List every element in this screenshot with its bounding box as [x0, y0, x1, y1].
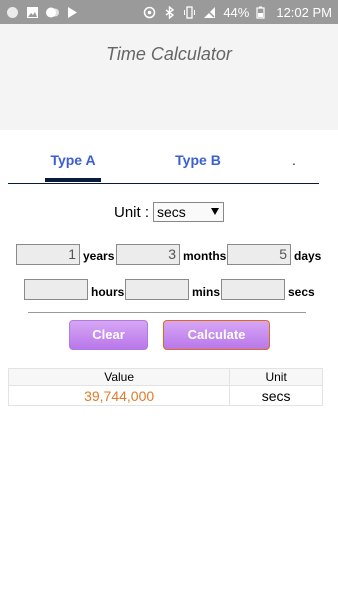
battery-icon [256, 6, 269, 19]
days-input[interactable]: 5 [227, 244, 291, 265]
tab-type-a[interactable]: Type A [45, 152, 101, 168]
app-title: Time Calculator [106, 44, 232, 64]
status-bar: 44% 12:02 PM [0, 0, 338, 24]
mins-label: mins [192, 285, 221, 299]
clear-button[interactable]: Clear [69, 320, 148, 350]
tab-divider [8, 183, 319, 184]
result-header-value: Value [7, 368, 231, 386]
battery-percentage: 44% [223, 4, 250, 20]
unit-select[interactable]: secs [153, 202, 224, 222]
result-unit: secs [229, 385, 323, 406]
mins-input[interactable] [125, 279, 189, 300]
years-input[interactable]: 1 [16, 244, 80, 265]
unit-row: Unit : secs [0, 202, 338, 224]
status-left-icons [6, 6, 79, 19]
secs-label: secs [288, 285, 315, 299]
app-header: Time Calculator [0, 24, 338, 130]
tab-indicator [45, 178, 101, 182]
record-icon [6, 6, 19, 19]
signal-icon [203, 6, 216, 19]
result-row: 39,744,000 secs [7, 385, 323, 406]
bluetooth-icon [163, 4, 176, 20]
result-value: 39,744,000 [7, 385, 231, 406]
days-label: days [294, 249, 322, 263]
tab-type-b[interactable]: Type B [168, 152, 228, 168]
toggle-icon [46, 6, 59, 19]
hotspot-icon [143, 6, 156, 19]
months-label: months [183, 249, 227, 263]
app-icon [66, 6, 79, 19]
tab-bar: Type A Type B . [8, 140, 319, 184]
secs-input[interactable] [221, 279, 285, 300]
hours-label: hours [91, 285, 125, 299]
hours-input[interactable] [24, 279, 88, 300]
tab-more[interactable]: . [284, 152, 304, 168]
image-icon [26, 6, 39, 19]
years-label: years [83, 249, 115, 263]
months-input[interactable]: 3 [116, 244, 180, 265]
unit-label: Unit : [114, 204, 150, 221]
chevron-down-icon [211, 208, 219, 215]
calculate-button[interactable]: Calculate [163, 320, 270, 350]
result-header-row: Value Unit [7, 368, 323, 386]
status-right-icons: 44% 12:02 PM [143, 5, 332, 20]
result-header-unit: Unit [229, 368, 323, 386]
result-table: Value Unit 39,744,000 secs [7, 368, 323, 406]
status-time: 12:02 PM [276, 4, 332, 20]
divider [28, 312, 306, 313]
vibrate-icon [183, 5, 196, 19]
unit-select-value: secs [157, 204, 186, 220]
